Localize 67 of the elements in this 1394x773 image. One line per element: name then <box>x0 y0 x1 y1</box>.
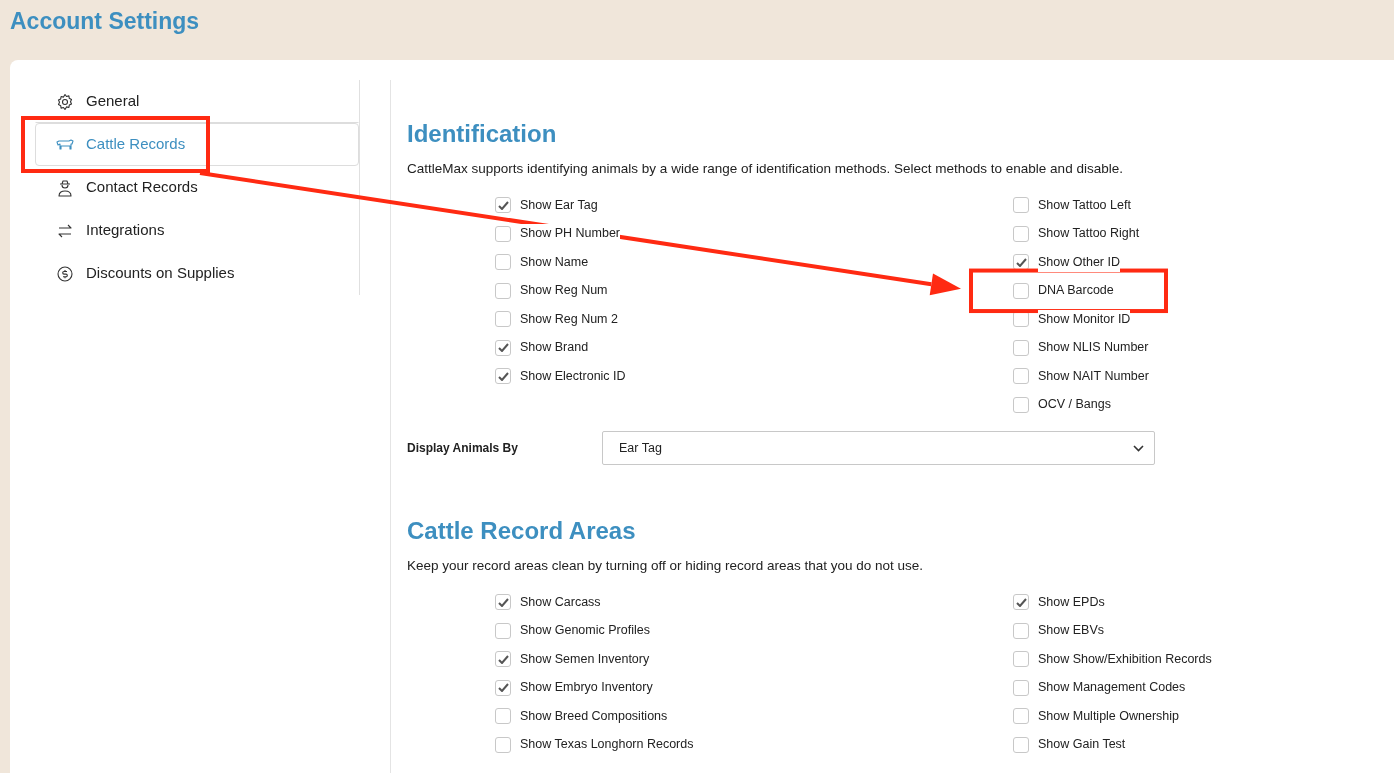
section-description: Keep your record areas clean by turning off or hiding record areas that you do not use. <box>407 556 925 575</box>
checkbox-option[interactable]: Show Tattoo Left <box>1013 191 1379 220</box>
checkbox[interactable] <box>1013 197 1029 214</box>
checkbox-option[interactable]: Show Ear Tag <box>495 191 1013 220</box>
checkbox-option[interactable]: Show Reg Num 2 <box>495 305 1013 334</box>
page-title: Account Settings <box>10 8 201 36</box>
checkbox[interactable] <box>1013 679 1029 696</box>
checkbox[interactable] <box>495 736 511 753</box>
checkbox-option[interactable]: Show Semen Inventory <box>495 645 1013 674</box>
section-heading: Cattle Record Areas <box>407 517 637 546</box>
checkbox[interactable] <box>495 651 511 668</box>
checkbox[interactable] <box>495 679 511 696</box>
chevron-down-icon <box>1133 444 1144 452</box>
checkbox[interactable] <box>1013 368 1029 385</box>
person-hat-icon <box>56 178 74 197</box>
section-description: CattleMax supports identifying animals by a wide range of identification methods. Select methods to enable and disable. <box>407 159 1124 178</box>
checkbox[interactable] <box>1013 736 1029 753</box>
checkbox[interactable] <box>1013 651 1029 668</box>
field-label: Display Animals By <box>407 440 519 458</box>
checkbox-option[interactable]: Show Genomic Profiles <box>495 616 1013 646</box>
checkbox[interactable] <box>1013 254 1029 271</box>
checkbox[interactable] <box>495 311 511 328</box>
checkbox-option[interactable]: Show Reg Num <box>495 276 1013 306</box>
checkbox[interactable] <box>495 254 511 271</box>
dropdown-field[interactable]: Ear Tag <box>602 431 1155 466</box>
checkbox[interactable] <box>1013 282 1029 299</box>
checkbox-option[interactable]: OCV / Bangs <box>1013 390 1379 420</box>
checkbox-option[interactable]: Show EPDs <box>1013 588 1379 617</box>
checkbox-option[interactable]: Show Brand <box>495 333 1013 363</box>
checkbox[interactable] <box>495 368 511 385</box>
checkbox-option[interactable]: Show Other ID <box>1013 248 1379 277</box>
checkbox-option[interactable]: Show Management Codes <box>1013 673 1379 703</box>
sidebar-item[interactable]: Cattle Records <box>35 123 359 166</box>
checkbox-option[interactable]: Show Breed Compositions <box>495 702 1013 731</box>
checkbox-option[interactable]: Show Name <box>495 248 1013 277</box>
checkbox[interactable] <box>1013 594 1029 611</box>
checkbox[interactable] <box>495 594 511 611</box>
checkbox-option[interactable]: Show Tattoo Right <box>1013 219 1379 249</box>
checkbox-option[interactable]: Show NAIT Number <box>1013 362 1379 391</box>
checkbox-option[interactable]: Show Carcass <box>495 588 1013 617</box>
checkbox-option[interactable]: Show PH Number <box>495 219 1013 249</box>
checkbox[interactable] <box>1013 396 1029 413</box>
checkbox[interactable] <box>495 708 511 725</box>
checkbox[interactable] <box>1013 622 1029 639</box>
checkbox[interactable] <box>1013 225 1029 242</box>
checkbox-option[interactable]: Show Texas Longhorn Records <box>495 730 1013 760</box>
sidebar-item[interactable]: Integrations <box>35 209 359 252</box>
checkbox[interactable] <box>495 282 511 299</box>
checkbox[interactable] <box>495 339 511 356</box>
sidebar-item[interactable]: Contact Records <box>35 166 359 209</box>
checkbox-option[interactable]: Show Multiple Ownership <box>1013 702 1379 731</box>
checkbox[interactable] <box>1013 339 1029 356</box>
checkbox-option[interactable]: Show Embryo Inventory <box>495 673 1013 703</box>
checkbox[interactable] <box>495 197 511 214</box>
settings-icon <box>56 92 74 111</box>
checkbox-option[interactable]: Show EBVs <box>1013 616 1379 646</box>
dollar-coin-icon <box>56 264 74 283</box>
checkbox-option[interactable]: DNA Barcode <box>1013 276 1379 306</box>
checkbox-option[interactable]: Show Gain Test <box>1013 730 1379 760</box>
sidebar-item[interactable]: Discounts on Supplies <box>35 252 359 295</box>
checkbox-option[interactable]: Show NLIS Number <box>1013 333 1379 363</box>
section-heading: Identification <box>407 120 558 149</box>
checkbox-option[interactable]: Show Show/Exhibition Records <box>1013 645 1379 674</box>
checkbox-option[interactable]: Show Electronic ID <box>495 362 1013 391</box>
checkbox[interactable] <box>1013 708 1029 725</box>
checkbox[interactable] <box>495 225 511 242</box>
checkbox[interactable] <box>495 622 511 639</box>
